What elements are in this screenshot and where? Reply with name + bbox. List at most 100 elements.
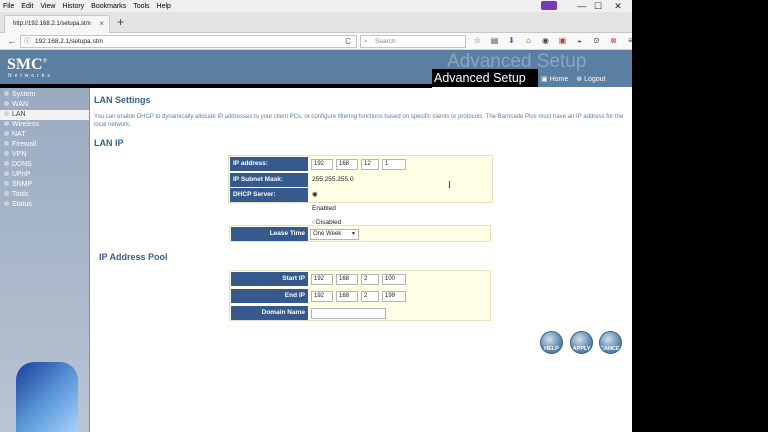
end-ip-octet-2[interactable]: 168 bbox=[336, 291, 358, 302]
lease-time-label: Lease Time bbox=[231, 227, 308, 241]
router-banner: SMC® Networks Advanced Setup Advanced Se… bbox=[0, 50, 632, 87]
apply-button[interactable]: APPLY bbox=[570, 331, 593, 354]
main-content: LAN Settings You can enable DHCP to dyna… bbox=[92, 88, 632, 432]
info-icon[interactable]: ⓘ bbox=[24, 36, 31, 47]
menu-tools[interactable]: Tools bbox=[133, 3, 149, 10]
sidebar-item-tools[interactable]: Tools bbox=[0, 190, 89, 200]
start-ip-octet-2[interactable]: 168 bbox=[336, 274, 358, 285]
logout-icon: ⊛ bbox=[576, 76, 585, 83]
tab-bar: http://192.168.2.1/setupa.stm × + bbox=[0, 12, 632, 33]
subnet-mask-label: IP Subnet Mask: bbox=[230, 173, 308, 187]
bullet-icon bbox=[4, 101, 9, 106]
screenshot-icon[interactable]: ◒ bbox=[574, 35, 585, 47]
logo-subtitle: Networks bbox=[8, 73, 53, 79]
sidebar-decorative-image bbox=[16, 362, 78, 432]
browser-tab[interactable]: http://192.168.2.1/setupa.stm × bbox=[4, 15, 110, 33]
addon-icon[interactable]: ⊙ bbox=[591, 35, 602, 47]
end-ip-octet-4[interactable]: 199 bbox=[382, 291, 406, 302]
pocket-icon[interactable]: ◉ bbox=[540, 35, 551, 47]
smc-logo: SMC® bbox=[7, 56, 48, 73]
start-ip-label: Start IP bbox=[231, 272, 308, 286]
ip-octet-3[interactable]: 12 bbox=[361, 159, 379, 170]
domain-name-label: Domain Name bbox=[231, 306, 308, 320]
lease-time-select[interactable]: One Week ▼ bbox=[310, 229, 359, 240]
lease-time-value: One Week bbox=[313, 231, 342, 237]
ip-octet-2[interactable]: 168 bbox=[336, 159, 358, 170]
end-ip-octet-3[interactable]: 2 bbox=[361, 291, 379, 302]
url-text: 192.168.2.1/setupa.stm bbox=[35, 38, 103, 45]
sidebar-item-snmp[interactable]: SNMP bbox=[0, 180, 89, 190]
lease-time-form: Lease Time One Week ▼ bbox=[229, 225, 491, 242]
sidebar-item-upnp[interactable]: UPnP bbox=[0, 170, 89, 180]
subnet-mask-value: 255.255.255.0 bbox=[312, 176, 354, 183]
close-window-button[interactable]: ✕ bbox=[606, 0, 630, 12]
menu-help[interactable]: Help bbox=[157, 3, 171, 10]
reload-icon[interactable]: C bbox=[345, 36, 351, 47]
menu-edit[interactable]: Edit bbox=[21, 3, 33, 10]
logout-link[interactable]: ⊛ Logout bbox=[576, 75, 605, 83]
bookmark-star-icon[interactable]: ☆ bbox=[472, 35, 483, 47]
back-arrow-icon[interactable]: ← bbox=[6, 35, 18, 47]
help-button[interactable]: HELP bbox=[540, 331, 563, 354]
download-icon[interactable]: ⬇ bbox=[506, 35, 517, 47]
bullet-icon bbox=[4, 181, 9, 186]
sidebar-item-lan[interactable]: LAN bbox=[0, 110, 89, 120]
page-title: LAN Settings bbox=[94, 95, 151, 105]
shield-icon[interactable]: ⊗ bbox=[608, 35, 619, 47]
bullet-icon bbox=[4, 171, 9, 176]
library-icon[interactable]: ▤ bbox=[489, 35, 500, 47]
search-input[interactable]: ⌕ Search bbox=[360, 35, 466, 48]
home-link[interactable]: ▣ Home bbox=[541, 75, 568, 83]
sidebar-item-system[interactable]: System bbox=[0, 90, 89, 100]
end-ip-octet-1[interactable]: 192 bbox=[311, 291, 333, 302]
lan-ip-heading: LAN IP bbox=[94, 138, 124, 148]
sidebar-item-wireless[interactable]: Wireless bbox=[0, 120, 89, 130]
sidebar-item-ddns[interactable]: DDNS bbox=[0, 160, 89, 170]
chevron-down-icon: ▼ bbox=[351, 231, 356, 237]
menu-view[interactable]: View bbox=[40, 3, 55, 10]
menu-bar: File Edit View History Bookmarks Tools H… bbox=[0, 0, 632, 12]
dhcp-enabled-radio[interactable]: ◉ Enabled bbox=[312, 191, 336, 212]
address-bar[interactable]: ⓘ 192.168.2.1/setupa.stm C bbox=[20, 35, 357, 48]
bullet-icon bbox=[4, 161, 9, 166]
bullet-icon bbox=[4, 111, 9, 116]
cancel-button[interactable]: CANCEL bbox=[599, 331, 622, 354]
search-placeholder: Search bbox=[375, 38, 396, 45]
bullet-icon bbox=[4, 151, 9, 156]
bullet-icon bbox=[4, 121, 9, 126]
sidebar-item-firewall[interactable]: Firewall bbox=[0, 140, 89, 150]
end-ip-label: End IP bbox=[231, 289, 308, 303]
ip-pool-form: Start IP 192 168 2 100 End IP 192 168 2 … bbox=[229, 270, 491, 321]
menu-bookmarks[interactable]: Bookmarks bbox=[91, 3, 126, 10]
bullet-icon bbox=[4, 141, 9, 146]
home-icon: ▣ bbox=[541, 76, 550, 83]
start-ip-octet-4[interactable]: 100 bbox=[382, 274, 406, 285]
tab-close-icon[interactable]: × bbox=[99, 16, 104, 32]
sidebar-item-nat[interactable]: NAT bbox=[0, 130, 89, 140]
lan-ip-form: IP address: 192 168 12 1 IP Subnet Mask:… bbox=[228, 155, 493, 226]
sidebar-item-status[interactable]: Status bbox=[0, 200, 89, 210]
menu-history[interactable]: History bbox=[62, 3, 84, 10]
bullet-icon bbox=[4, 91, 9, 96]
tab-title: http://192.168.2.1/setupa.stm bbox=[13, 21, 91, 27]
bullet-icon bbox=[4, 131, 9, 136]
dhcp-options: ◉ Enabled ○Disabled bbox=[312, 188, 341, 230]
ip-octet-4[interactable]: 1 bbox=[382, 159, 406, 170]
private-mask-icon bbox=[541, 1, 557, 10]
ip-octet-1[interactable]: 192 bbox=[311, 159, 333, 170]
new-tab-button[interactable]: + bbox=[117, 15, 124, 29]
ip-address-label: IP address: bbox=[230, 157, 308, 171]
extension-icon[interactable]: ▣ bbox=[557, 35, 568, 47]
banner-links: ▣ Home ⊛ Logout bbox=[541, 75, 605, 83]
page-description: You can enable DHCP to dynamically alloc… bbox=[94, 114, 624, 128]
home-icon[interactable]: ⌂ bbox=[523, 35, 534, 47]
hamburger-menu-icon[interactable]: ≡ bbox=[625, 35, 632, 47]
start-ip-octet-3[interactable]: 2 bbox=[361, 274, 379, 285]
page-title-banner: Advanced Setup bbox=[432, 69, 538, 87]
sidebar-item-wan[interactable]: WAN bbox=[0, 100, 89, 110]
start-ip-octet-1[interactable]: 192 bbox=[311, 274, 333, 285]
navigation-bar: ← ⓘ 192.168.2.1/setupa.stm C ⌕ Search ☆ … bbox=[0, 33, 632, 50]
sidebar-item-vpn[interactable]: VPN bbox=[0, 150, 89, 160]
domain-name-input[interactable] bbox=[311, 308, 386, 319]
menu-file[interactable]: File bbox=[3, 3, 14, 10]
